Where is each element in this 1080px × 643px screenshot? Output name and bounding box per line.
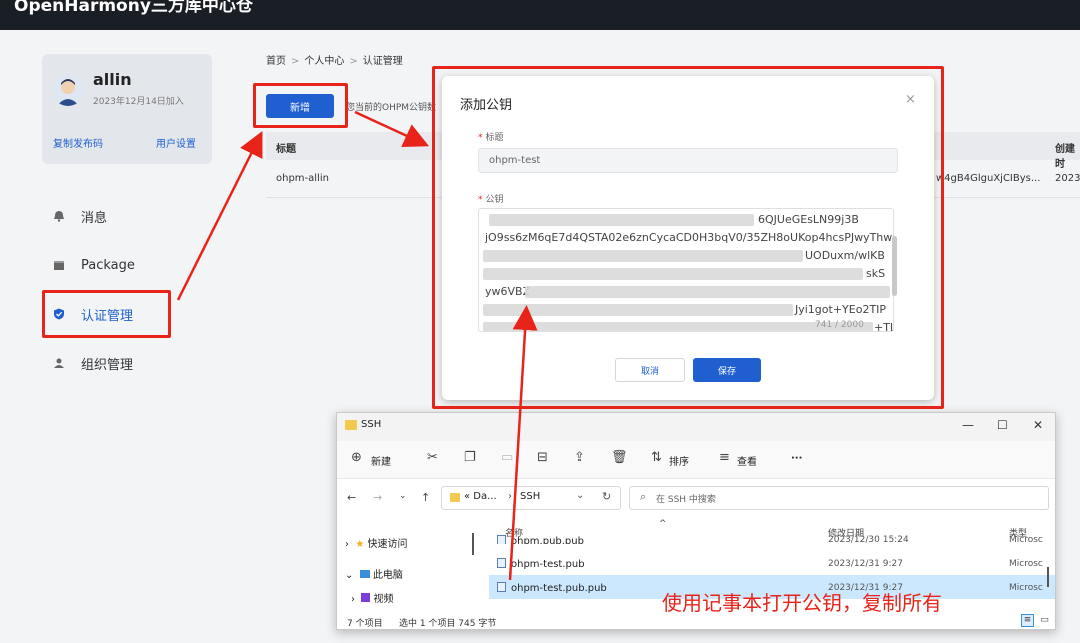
arrow-to-dialog (354, 110, 430, 148)
arrow-to-add-button (176, 131, 263, 301)
annotation-arrows (176, 110, 538, 581)
arrow-to-textarea (508, 305, 538, 581)
annotation-text: 使用记事本打开公钥，复制所有 (662, 591, 942, 615)
